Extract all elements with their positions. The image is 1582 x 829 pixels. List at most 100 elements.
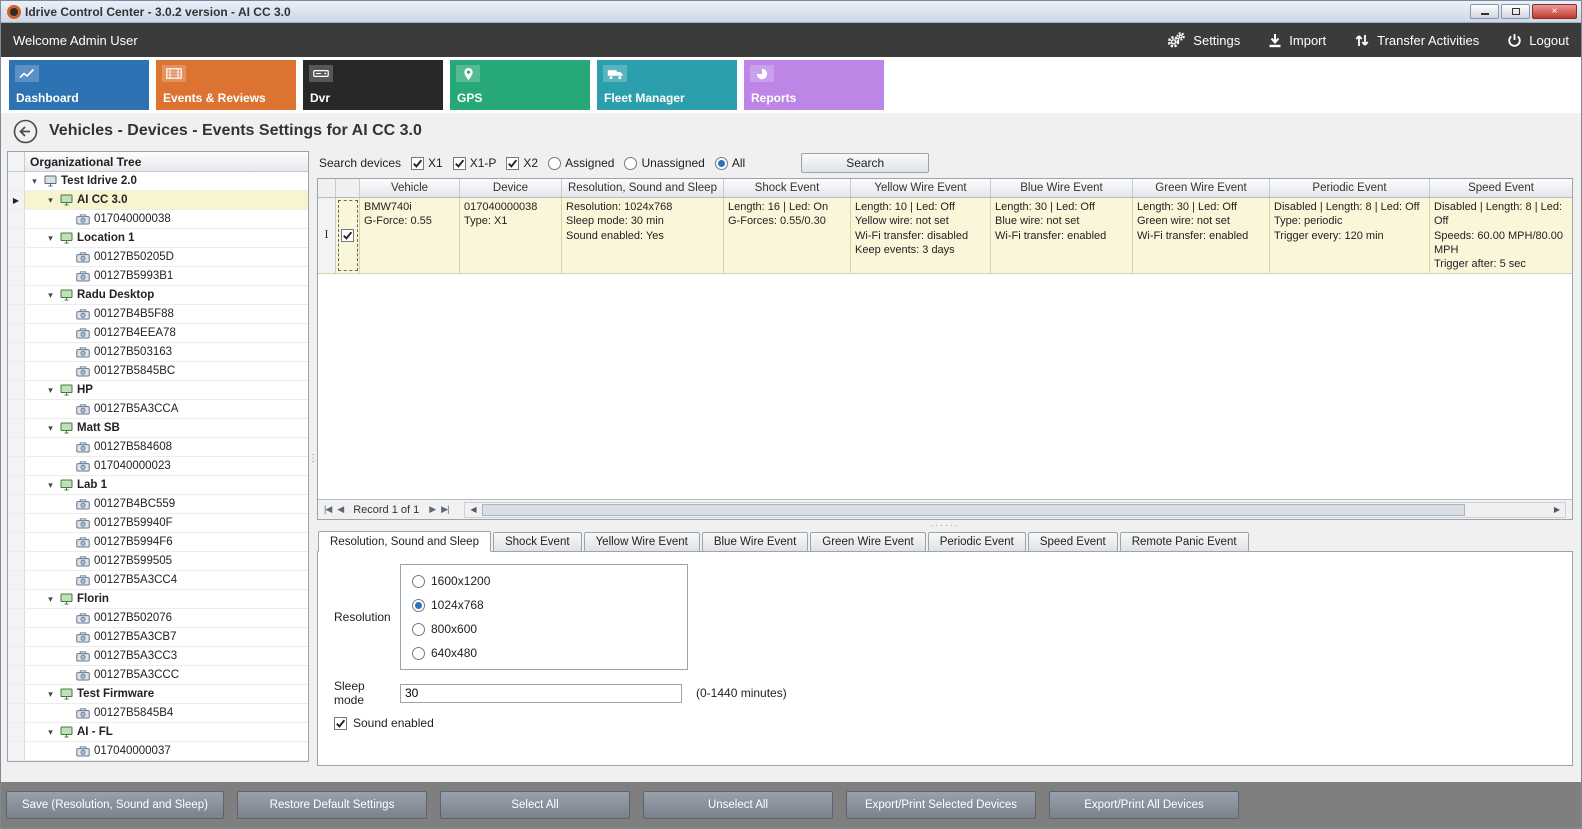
nav-tile-fleet-manager[interactable]: Fleet Manager — [597, 60, 737, 110]
horizontal-splitter[interactable]: ······ — [317, 520, 1573, 530]
save-resolution-sound-and-sleep-button[interactable]: Save (Resolution, Sound and Sleep) — [6, 791, 224, 819]
grid-column-blue-wire-event[interactable]: Blue Wire Event — [991, 179, 1133, 197]
back-button[interactable] — [13, 119, 38, 144]
filter-checkbox-x1[interactable]: X1 — [411, 156, 443, 170]
tree-node-00127b5a3cca[interactable]: 00127B5A3CCA — [8, 400, 308, 419]
tab-blue-wire-event[interactable]: Blue Wire Event — [702, 532, 808, 551]
grid-column-green-wire-event[interactable]: Green Wire Event — [1133, 179, 1270, 197]
tree-node-test-idrive-2-0[interactable]: ▾Test Idrive 2.0 — [8, 172, 308, 191]
nav-tile-dashboard[interactable]: Dashboard — [9, 60, 149, 110]
expander-icon[interactable]: ▾ — [45, 685, 56, 703]
pager-first-icon[interactable]: |◀ — [324, 504, 331, 515]
tree-node-00127b599505[interactable]: 00127B599505 — [8, 552, 308, 571]
scrollbar-track[interactable] — [481, 503, 1549, 517]
export-print-selected-devices-button[interactable]: Export/Print Selected Devices — [846, 791, 1036, 819]
tree-node-00127b59940f[interactable]: 00127B59940F — [8, 514, 308, 533]
nav-tile-reports[interactable]: Reports — [744, 60, 884, 110]
expander-icon[interactable]: ▾ — [45, 419, 56, 437]
tree-node-00127b5993b1[interactable]: 00127B5993B1 — [8, 267, 308, 286]
export-print-all-devices-button[interactable]: Export/Print All Devices — [1049, 791, 1239, 819]
tree-node-ai-fl[interactable]: ▾AI - FL — [8, 723, 308, 742]
grid-column-shock-event[interactable]: Shock Event — [724, 179, 851, 197]
resolution-option-800x600[interactable]: 800x600 — [412, 622, 676, 636]
tree-node-florin[interactable]: ▾Florin — [8, 590, 308, 609]
tree-node-00127b5845b4[interactable]: 00127B5845B4 — [8, 704, 308, 723]
tree-node-00127b50205d[interactable]: 00127B50205D — [8, 248, 308, 267]
tree-node-00127b502076[interactable]: 00127B502076 — [8, 609, 308, 628]
tree-node-00127b4eea78[interactable]: 00127B4EEA78 — [8, 324, 308, 343]
tree-node-hp[interactable]: ▾HP — [8, 381, 308, 400]
unselect-all-button[interactable]: Unselect All — [643, 791, 833, 819]
tree-node-radu-desktop[interactable]: ▾Radu Desktop — [8, 286, 308, 305]
filter-radio-all[interactable]: All — [715, 156, 745, 170]
tree-node-test-firmware[interactable]: ▾Test Firmware — [8, 685, 308, 704]
tree-node-017040000023[interactable]: 017040000023 — [8, 457, 308, 476]
tab-shock-event[interactable]: Shock Event — [493, 532, 582, 551]
grid-column-device[interactable]: Device — [460, 179, 562, 197]
tree-node-lab-1[interactable]: ▾Lab 1 — [8, 476, 308, 495]
expander-icon[interactable]: ▾ — [45, 286, 56, 304]
expander-icon[interactable]: ▾ — [45, 590, 56, 608]
expander-icon[interactable]: ▾ — [45, 191, 56, 209]
select-all-button[interactable]: Select All — [440, 791, 630, 819]
filter-checkbox-x2[interactable]: X2 — [506, 156, 538, 170]
grid-column-resolution-sound-and-sleep[interactable]: Resolution, Sound and Sleep — [562, 179, 724, 197]
resolution-option-1024x768[interactable]: 1024x768 — [412, 598, 676, 612]
nav-tile-events-reviews[interactable]: Events & Reviews — [156, 60, 296, 110]
tree-node-017040000038[interactable]: 017040000038 — [8, 210, 308, 229]
close-button[interactable]: × — [1532, 4, 1577, 19]
expander-icon[interactable]: ▾ — [45, 229, 56, 247]
tree-node-00127b5a3cc4[interactable]: 00127B5A3CC4 — [8, 571, 308, 590]
scrollbar-thumb[interactable] — [482, 504, 1464, 516]
filter-radio-unassigned[interactable]: Unassigned — [624, 156, 704, 170]
tree-node-00127b5a3cb7[interactable]: 00127B5A3CB7 — [8, 628, 308, 647]
tree-node-matt-sb[interactable]: ▾Matt SB — [8, 419, 308, 438]
grid-column-speed-event[interactable]: Speed Event — [1430, 179, 1572, 197]
expander-icon[interactable]: ▾ — [45, 381, 56, 399]
pager-prev-icon[interactable]: ◀ — [337, 504, 343, 515]
tree-node-00127b503163[interactable]: 00127B503163 — [8, 343, 308, 362]
expander-icon[interactable]: ▾ — [45, 476, 56, 494]
tab-periodic-event[interactable]: Periodic Event — [928, 532, 1026, 551]
resolution-option-1600x1200[interactable]: 1600x1200 — [412, 574, 676, 588]
topbar-action-import[interactable]: Import — [1268, 33, 1326, 48]
tree-node-00127b5a3cc3[interactable]: 00127B5A3CC3 — [8, 647, 308, 666]
filter-radio-assigned[interactable]: Assigned — [548, 156, 614, 170]
tab-speed-event[interactable]: Speed Event — [1028, 532, 1118, 551]
filter-checkbox-x1-p[interactable]: X1-P — [453, 156, 497, 170]
tree-node-00127b5994f6[interactable]: 00127B5994F6 — [8, 533, 308, 552]
nav-tile-dvr[interactable]: Dvr — [303, 60, 443, 110]
scroll-left-icon[interactable]: ◀ — [465, 505, 481, 514]
sleep-mode-input[interactable] — [400, 684, 682, 703]
expander-icon[interactable]: ▾ — [45, 723, 56, 741]
row-checkbox[interactable] — [341, 229, 354, 242]
maximize-button[interactable] — [1501, 4, 1530, 19]
sound-enabled-checkbox[interactable]: Sound enabled — [334, 716, 1556, 730]
grid-column-yellow-wire-event[interactable]: Yellow Wire Event — [851, 179, 991, 197]
resolution-option-640x480[interactable]: 640x480 — [412, 646, 676, 660]
pager-next-icon[interactable]: ▶ — [429, 504, 435, 515]
grid-column-vehicle[interactable]: Vehicle — [360, 179, 460, 197]
expander-icon[interactable]: ▾ — [29, 172, 40, 190]
tree-node-00127b584608[interactable]: 00127B584608 — [8, 438, 308, 457]
topbar-action-transfer-activities[interactable]: Transfer Activities — [1354, 33, 1479, 48]
nav-tile-gps[interactable]: GPS — [450, 60, 590, 110]
search-button[interactable]: Search — [801, 153, 929, 173]
tree-node-location-1[interactable]: ▾Location 1 — [8, 229, 308, 248]
pager-last-icon[interactable]: ▶| — [441, 504, 448, 515]
grid-column-periodic-event[interactable]: Periodic Event — [1270, 179, 1430, 197]
minimize-button[interactable] — [1470, 4, 1499, 19]
tab-green-wire-event[interactable]: Green Wire Event — [810, 532, 925, 551]
tab-yellow-wire-event[interactable]: Yellow Wire Event — [584, 532, 700, 551]
grid-row[interactable]: IBMW740i G-Force: 0.55017040000038 Type:… — [318, 198, 1572, 274]
tree-node-017040000037[interactable]: 017040000037 — [8, 742, 308, 761]
tab-remote-panic-event[interactable]: Remote Panic Event — [1120, 532, 1249, 551]
tree-node-ai-cc-3-0[interactable]: ▶▾AI CC 3.0 — [8, 191, 308, 210]
vertical-splitter[interactable]: ⋮ — [309, 151, 317, 766]
tree-node-00127b5a3ccc[interactable]: 00127B5A3CCC — [8, 666, 308, 685]
restore-default-settings-button[interactable]: Restore Default Settings — [237, 791, 427, 819]
tree-node-00127b4bc559[interactable]: 00127B4BC559 — [8, 495, 308, 514]
topbar-action-settings[interactable]: Settings — [1166, 32, 1240, 48]
tree-node-00127b4b5f88[interactable]: 00127B4B5F88 — [8, 305, 308, 324]
scroll-right-icon[interactable]: ▶ — [1549, 505, 1565, 514]
